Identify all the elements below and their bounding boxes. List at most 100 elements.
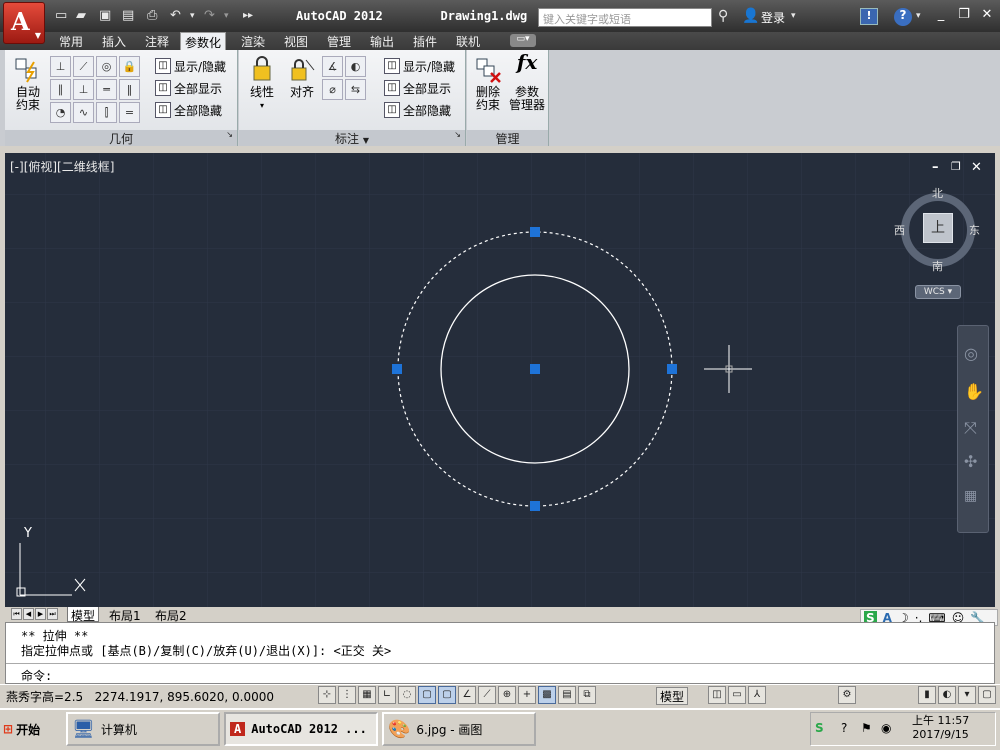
delete-constraints-button[interactable]: 删除 约束 [470, 56, 506, 112]
object-snap-tracking-icon[interactable]: ∠ [458, 686, 476, 704]
showmotion-icon[interactable]: ▦ [964, 488, 977, 504]
exchange-icon[interactable]: ! [860, 8, 878, 25]
steering-wheel-icon[interactable]: ◎ [964, 344, 978, 363]
viewcube[interactable]: 上 北 南 东 西 [894, 187, 980, 273]
redo-dropdown-icon[interactable]: ▾ [224, 11, 229, 21]
tab-output[interactable]: 输出 [366, 32, 398, 50]
viewport-close-icon[interactable]: ✕ [971, 160, 982, 175]
clean-screen-icon[interactable]: ▢ [978, 686, 996, 704]
tab-manage[interactable]: 管理 [323, 32, 355, 50]
fix-lock-icon[interactable]: 🔒 [119, 56, 140, 77]
tangent-icon[interactable]: ◔ [50, 102, 71, 123]
tab-home[interactable]: 常用 [55, 32, 87, 50]
workspace-switch-icon[interactable]: ⚙ [838, 686, 856, 704]
login-link[interactable]: 登录 [761, 9, 785, 26]
tab-online[interactable]: 联机 [452, 32, 484, 50]
help-icon[interactable]: ? [894, 8, 912, 26]
ribbon-minimize-toggle-icon[interactable]: ▭▾ [510, 34, 536, 47]
quick-view-drawings-icon[interactable]: ▭ [728, 686, 746, 704]
coincident-icon[interactable]: ⊥ [50, 56, 71, 77]
transparency-icon[interactable]: ▩ [538, 686, 556, 704]
viewport-minimize-icon[interactable]: – [932, 160, 939, 175]
compass-east[interactable]: 东 [969, 222, 980, 238]
dimension-hide-all-button[interactable]: ◫ 全部隐藏 [384, 99, 455, 121]
redo-icon[interactable]: ↷ [204, 8, 215, 23]
print-icon[interactable]: ⎙ [147, 8, 157, 23]
orbit-icon[interactable]: ✣ [964, 452, 977, 471]
viewcube-top-face[interactable]: 上 [923, 213, 953, 243]
model-space-button[interactable]: 模型 [656, 687, 689, 705]
geometry-panel-title[interactable]: 几何 ↘ [5, 130, 237, 146]
pan-hand-icon[interactable]: ✋ [964, 382, 984, 401]
compass-south[interactable]: 南 [932, 258, 943, 274]
dimension-panel-title[interactable]: 标注 ▼ ↘ [239, 130, 465, 146]
tab-insert[interactable]: 插入 [98, 32, 130, 50]
open-folder-icon[interactable]: ▰ [76, 8, 86, 23]
taskbar-item-paint[interactable]: 🎨 6.jpg - 画图 [382, 712, 536, 746]
command-window[interactable]: ** 拉伸 ** 指定拉伸点或 [基点(B)/复制(C)/放弃(U)/退出(X)… [5, 622, 995, 684]
login-dropdown-icon[interactable]: ▾ [791, 11, 796, 21]
isolate-objects-icon[interactable]: ◐ [938, 686, 956, 704]
perpendicular-icon[interactable]: ⊥ [73, 79, 94, 100]
taskbar-item-autocad[interactable]: A AutoCAD 2012 ... [224, 712, 378, 746]
prev-layout-icon[interactable]: ◀ [23, 608, 34, 620]
geometry-show-hide-button[interactable]: ◫ 显示/隐藏 [155, 55, 226, 77]
compass-north[interactable]: 北 [932, 185, 943, 201]
viewport-restore-icon[interactable]: ❐ [951, 160, 961, 173]
layout-tab-model[interactable]: 模型 [67, 607, 100, 623]
grip-bottom[interactable] [530, 501, 540, 511]
layout-tab-1[interactable]: 布局1 [106, 607, 144, 623]
zoom-extents-icon[interactable]: ⤧ [964, 418, 977, 438]
aligned-dimension-button[interactable]: 对齐 [285, 56, 319, 99]
tab-annotate[interactable]: 注释 [141, 32, 173, 50]
3d-object-snap-icon[interactable]: ▢ [438, 686, 456, 704]
allow-ucs-icon[interactable]: ⟋ [478, 686, 496, 704]
polar-tracking-icon[interactable]: ◌ [398, 686, 416, 704]
tab-parametric[interactable]: 参数化 [180, 32, 227, 50]
application-menu-button[interactable]: A ▼ [3, 2, 45, 44]
last-layout-icon[interactable]: ⏭ [47, 608, 58, 620]
first-layout-icon[interactable]: ⏮ [11, 608, 22, 620]
auto-constrain-button[interactable]: 自动 约束 [10, 56, 46, 112]
new-file-icon[interactable]: ▭ [55, 8, 67, 23]
vertical-icon[interactable]: ‖ [119, 79, 140, 100]
radial-dimension-icon[interactable]: ◐ [345, 56, 366, 77]
parameters-manager-button[interactable]: fx 参数 管理器 [507, 52, 547, 112]
start-button[interactable]: ⊞ 开始 [3, 712, 53, 746]
convert-dimension-icon[interactable]: ⇆ [345, 79, 366, 100]
wcs-menu-button[interactable]: WCS ▾ [915, 285, 961, 299]
collinear-icon[interactable]: ⟋ [73, 56, 94, 77]
status-menu-icon[interactable]: ▾ [958, 686, 976, 704]
manage-panel-title[interactable]: 管理 [467, 130, 548, 146]
tray-ime-icon[interactable]: S [815, 721, 824, 735]
save-as-icon[interactable]: ▤ [122, 8, 134, 23]
grid-display-icon[interactable]: ▦ [358, 686, 376, 704]
restore-icon[interactable]: ❐ [953, 7, 975, 25]
infer-constraints-icon[interactable]: ⊹ [318, 686, 336, 704]
horizontal-icon[interactable]: ═ [96, 79, 117, 100]
help-dropdown-icon[interactable]: ▾ [916, 11, 921, 21]
tab-plugins[interactable]: 插件 [409, 32, 441, 50]
taskbar-item-computer[interactable]: 🖥 计算机 [66, 712, 220, 746]
quick-properties-icon[interactable]: ▤ [558, 686, 576, 704]
viewport-controls-label[interactable]: [-][俯视][二维线框] [10, 158, 114, 175]
undo-dropdown-icon[interactable]: ▾ [190, 11, 195, 21]
system-clock[interactable]: 上午 11:57 2017/9/15 [912, 714, 969, 742]
search-input[interactable]: 键入关键字或短语 [538, 8, 712, 27]
annotation-scale-icon[interactable]: ⅄ [748, 686, 766, 704]
grip-top[interactable] [530, 227, 540, 237]
grip-left[interactable] [392, 364, 402, 374]
tray-network-icon[interactable]: ◉ [881, 721, 891, 735]
hardware-acceleration-icon[interactable]: ▮ [918, 686, 936, 704]
lineweight-icon[interactable]: + [518, 686, 536, 704]
selection-cycling-icon[interactable]: ⧉ [578, 686, 596, 704]
grip-right[interactable] [667, 364, 677, 374]
binoculars-search-icon[interactable]: ⚲ [718, 8, 728, 24]
dimension-show-all-button[interactable]: ◫ 全部显示 [384, 77, 455, 99]
save-icon[interactable]: ▣ [99, 8, 111, 23]
ortho-mode-icon[interactable]: ∟ [378, 686, 396, 704]
grip-center[interactable] [530, 364, 540, 374]
tab-render[interactable]: 渲染 [237, 32, 269, 50]
minimize-icon[interactable]: _ [930, 7, 952, 25]
close-icon[interactable]: ✕ [976, 7, 998, 25]
